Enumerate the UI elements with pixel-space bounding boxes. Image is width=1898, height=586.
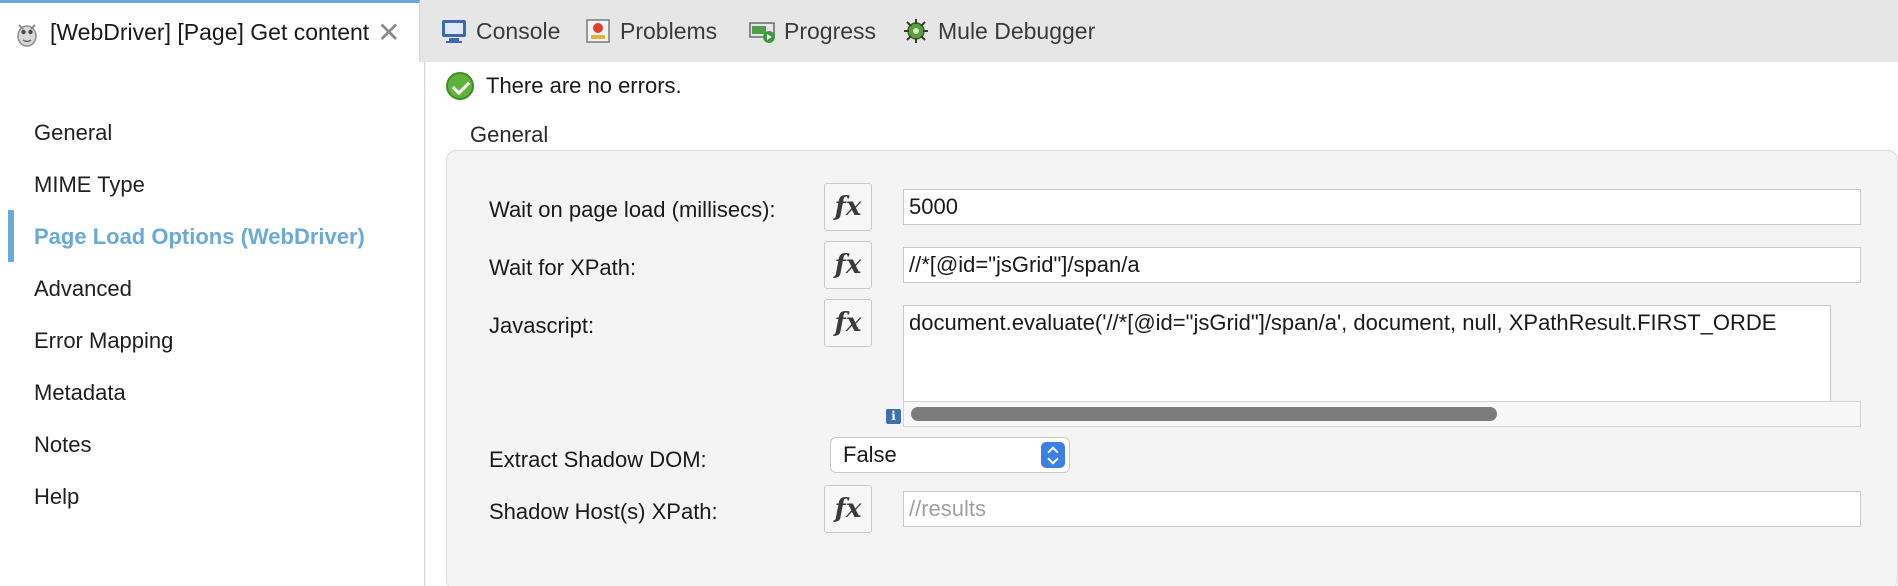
properties-sidebar: General MIME Type Page Load Options (Web…: [0, 62, 425, 586]
sidebar-item-error-mapping[interactable]: Error Mapping: [34, 328, 173, 354]
sidebar-item-help[interactable]: Help: [34, 484, 79, 510]
wait-page-load-label: Wait on page load (millisecs):: [489, 197, 776, 222]
javascript-textarea[interactable]: document.evaluate('//*[@id="jsGrid"]/spa…: [903, 305, 1831, 411]
shadow-host-label: Shadow Host(s) XPath:: [489, 499, 718, 524]
extract-shadow-label: Extract Shadow DOM:: [489, 447, 707, 472]
group-title: General: [470, 122, 549, 147]
fx-toggle-button[interactable]: fx: [824, 241, 872, 289]
mule-component-icon: [14, 18, 40, 48]
progress-icon: [748, 17, 776, 45]
fx-toggle-button[interactable]: fx: [824, 183, 872, 231]
editor-tab[interactable]: [WebDriver] [Page] Get content ✕: [0, 0, 420, 62]
problems-icon: [584, 17, 612, 45]
extract-shadow-select[interactable]: False: [830, 437, 1070, 473]
javascript-label: Javascript:: [489, 313, 595, 338]
tab-mule-debugger[interactable]: Mule Debugger: [902, 0, 1095, 62]
chevron-updown-icon: [1041, 442, 1065, 468]
extract-shadow-value: False: [843, 442, 897, 467]
sidebar-item-page-load-options[interactable]: Page Load Options (WebDriver): [34, 224, 365, 250]
sidebar-item-notes[interactable]: Notes: [34, 432, 91, 458]
info-icon: i: [886, 409, 901, 424]
wait-xpath-label: Wait for XPath:: [489, 255, 637, 280]
wait-xpath-input[interactable]: //*[@id="jsGrid"]/span/a: [903, 247, 1861, 283]
tab-progress[interactable]: Progress: [748, 0, 876, 62]
tab-console-label: Console: [476, 17, 561, 44]
general-group: Wait on page load (millisecs): fx 5000 W…: [446, 150, 1898, 586]
tab-progress-label: Progress: [784, 17, 877, 44]
tab-problems-label: Problems: [620, 17, 718, 44]
tab-console[interactable]: Console: [440, 0, 560, 62]
sidebar-item-mime-type[interactable]: MIME Type: [34, 172, 145, 198]
sidebar-item-metadata[interactable]: Metadata: [34, 380, 126, 406]
fx-toggle-button[interactable]: fx: [824, 485, 872, 533]
check-circle-icon: [446, 72, 474, 100]
sidebar-item-general[interactable]: General: [34, 120, 112, 146]
fx-toggle-button[interactable]: fx: [824, 299, 872, 347]
debugger-icon: [902, 17, 930, 45]
properties-panel: There are no errors. General Wait on pag…: [426, 62, 1898, 586]
editor-tab-title: [WebDriver] [Page] Get content: [50, 19, 370, 45]
view-tab-bar: [WebDriver] [Page] Get content ✕ Console…: [0, 0, 1898, 62]
validation-status: There are no errors.: [446, 72, 682, 100]
shadow-host-input[interactable]: //results: [903, 491, 1861, 527]
active-indicator: [8, 210, 14, 262]
scrollbar-thumb[interactable]: [911, 407, 1497, 421]
console-icon: [440, 17, 468, 45]
close-icon[interactable]: ✕: [377, 18, 400, 47]
status-text: There are no errors.: [486, 73, 682, 98]
tab-mule-debugger-label: Mule Debugger: [938, 17, 1096, 44]
sidebar-item-advanced[interactable]: Advanced: [34, 276, 132, 302]
wait-page-load-input[interactable]: 5000: [903, 189, 1861, 225]
tab-problems[interactable]: Problems: [584, 0, 717, 62]
